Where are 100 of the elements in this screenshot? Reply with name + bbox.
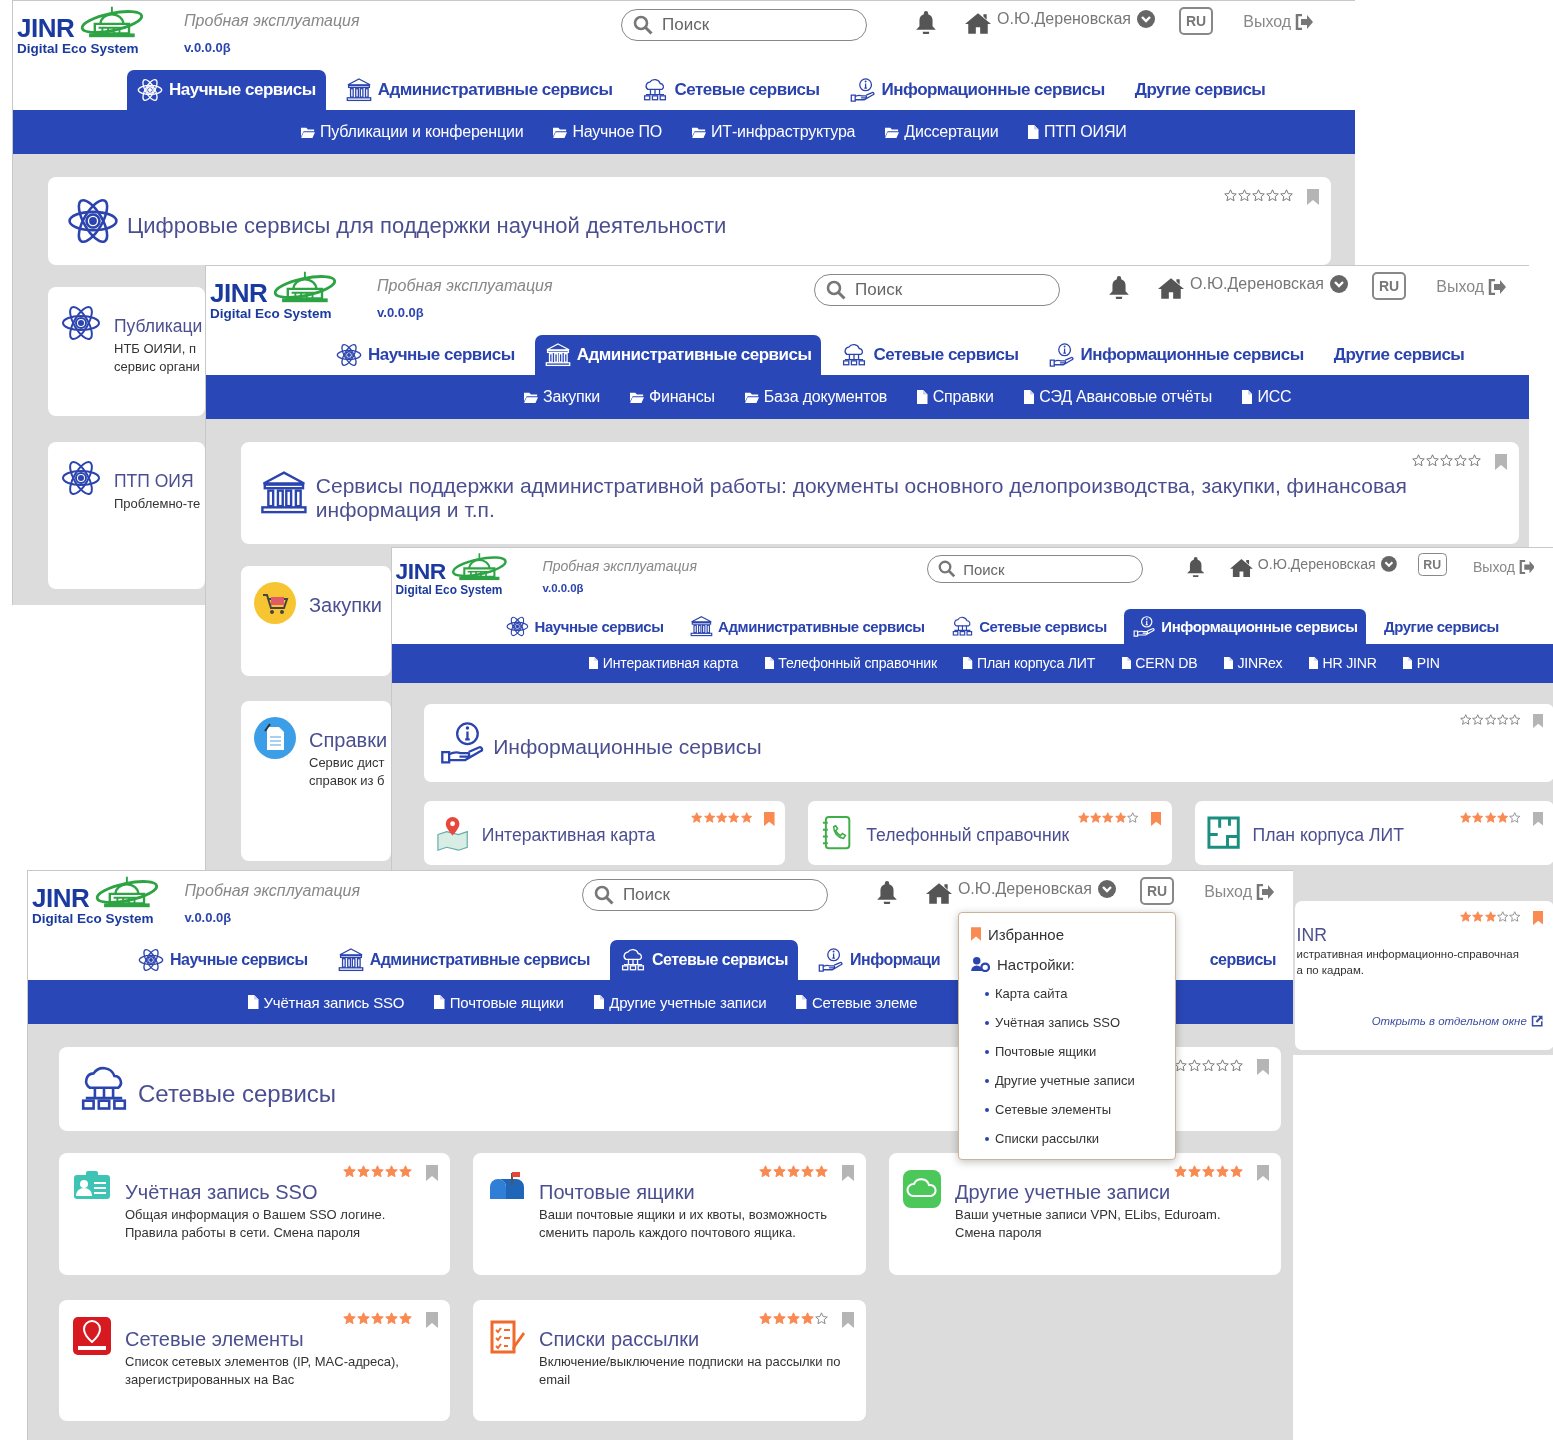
star-icon: [1484, 911, 1496, 923]
bookmark-icon[interactable]: [1257, 1059, 1269, 1075]
nav-tab[interactable]: Другие сервисы: [1375, 608, 1508, 644]
search-field[interactable]: Поиск: [927, 555, 1144, 584]
service-card[interactable]: План корпуса ЛИТ: [1194, 801, 1553, 865]
bookmark-icon[interactable]: [1495, 454, 1507, 470]
logo-title[interactable]: JINR: [395, 560, 446, 584]
file-icon: [1023, 390, 1035, 404]
subnav-link[interactable]: Закупки: [524, 388, 600, 406]
search-field[interactable]: Поиск: [621, 9, 867, 41]
bookmark-icon[interactable]: [842, 1312, 854, 1328]
subnav-link[interactable]: ПТП ОИЯИ: [1028, 123, 1127, 141]
service-card[interactable]: Телефонный справочник: [808, 801, 1172, 865]
nav-tab[interactable]: Научные сервисы: [128, 940, 318, 980]
nav-tab[interactable]: Сетевые сервисы: [831, 335, 1029, 375]
subnav-link[interactable]: Справки: [917, 388, 994, 406]
language-button[interactable]: RU: [1372, 272, 1407, 300]
service-card[interactable]: Справки Сервис дист справок из б: [241, 701, 391, 861]
language-button[interactable]: RU: [1139, 877, 1175, 905]
user-menu-button[interactable]: О.Ю.Дереновская: [957, 880, 1116, 898]
subnav-link[interactable]: СЭД Авансовые отчёты: [1023, 388, 1212, 406]
subnav-link[interactable]: PIN: [1403, 655, 1440, 672]
bookmark-icon[interactable]: [1532, 911, 1544, 926]
subnav-link[interactable]: Интерактивная карта: [589, 655, 739, 672]
logout-button[interactable]: Выход: [1472, 558, 1535, 575]
search-field[interactable]: Поиск: [814, 274, 1060, 306]
subnav-link[interactable]: HR JINR: [1308, 655, 1377, 672]
nav-tab[interactable]: Сетевые сервисы: [632, 70, 830, 110]
bookmark-icon[interactable]: [1532, 811, 1544, 827]
nav-tab[interactable]: сервисы: [1199, 940, 1286, 980]
language-button[interactable]: RU: [1417, 553, 1447, 577]
nav-tab[interactable]: Сетевые сервисы: [942, 608, 1116, 644]
search-field[interactable]: Поиск: [581, 879, 828, 911]
file-icon: [1121, 657, 1131, 670]
service-card[interactable]: Другие учетные записи Ваши учетные записи VPN, ELibs, Eduroam. Смена пароля: [889, 1153, 1281, 1275]
nav-tab[interactable]: Информационные сервисы: [1124, 608, 1367, 644]
language-button[interactable]: RU: [1179, 7, 1214, 35]
subnav-link[interactable]: Публикации и конференции: [301, 123, 524, 141]
service-card[interactable]: INR истративная информационно-справочная а по кадрам. Открыть в отдельном окне: [1294, 900, 1553, 1051]
menu-item[interactable]: Карта сайта: [959, 979, 1175, 1008]
subnav-link[interactable]: Сетевые элеме: [796, 993, 918, 1011]
service-card[interactable]: Сетевые элементы Список сетевых элементов (IP, MAC-адреса), зарегистрированных на Вас: [59, 1300, 450, 1421]
menu-item[interactable]: Избранное: [959, 919, 1175, 949]
subnav-link[interactable]: JINRex: [1223, 655, 1283, 672]
bookmark-icon[interactable]: [1257, 1165, 1269, 1181]
bookmark-icon[interactable]: [1307, 189, 1319, 205]
bookmark-icon[interactable]: [842, 1165, 854, 1181]
bookmark-icon[interactable]: [426, 1165, 438, 1181]
service-card[interactable]: Списки рассылки Включение/выключение подписки на рассылки по email: [473, 1300, 866, 1421]
nav-tab[interactable]: Административные сервисы: [534, 335, 822, 375]
nav-tab[interactable]: Научные сервисы: [127, 70, 326, 110]
subnav-link[interactable]: Другие учетные записи: [593, 993, 767, 1011]
nav-tab[interactable]: Сетевые сервисы: [609, 940, 799, 980]
logout-button[interactable]: Выход: [1243, 13, 1314, 31]
menu-item[interactable]: Учётная запись SSO: [959, 1008, 1175, 1037]
subnav-link[interactable]: Научное ПО: [553, 123, 662, 141]
subnav-link[interactable]: ИСС: [1241, 388, 1292, 406]
menu-item[interactable]: Почтовые ящики: [959, 1037, 1175, 1066]
service-card[interactable]: Интерактивная карта: [423, 801, 786, 865]
menu-item[interactable]: Настройки:: [959, 949, 1175, 979]
nav-tab[interactable]: Другие сервисы: [1323, 335, 1475, 375]
menu-item[interactable]: Другие учетные записи: [959, 1066, 1175, 1095]
user-menu-button[interactable]: О.Ю.Дереновская: [1257, 555, 1397, 572]
service-card[interactable]: Закупки: [241, 566, 391, 676]
logo-title[interactable]: JINR: [210, 280, 268, 306]
subnav-link[interactable]: ИТ-инфраструктура: [692, 123, 856, 141]
nav-tab[interactable]: Информационные сервисы: [1038, 335, 1314, 375]
subnav-link[interactable]: План корпуса ЛИТ: [963, 655, 1096, 672]
subnav-link[interactable]: CERN DB: [1121, 655, 1198, 672]
nav-tab[interactable]: Научные сервисы: [326, 335, 525, 375]
subnav-link[interactable]: База документов: [744, 388, 888, 406]
logo-title[interactable]: JINR: [17, 15, 75, 41]
bookmark-icon[interactable]: [426, 1312, 438, 1328]
nav-tab[interactable]: Административные сервисы: [681, 608, 934, 644]
user-menu-button[interactable]: О.Ю.Дереновская: [997, 10, 1155, 28]
service-card[interactable]: Публикаци НТБ ОИЯИ, п сервис органи: [48, 287, 205, 416]
nav-tab[interactable]: Научные сервисы: [497, 608, 673, 644]
logo-title[interactable]: JINR: [32, 885, 90, 911]
bookmark-icon[interactable]: [764, 811, 775, 827]
bookmark-icon[interactable]: [1532, 714, 1544, 729]
subnav-link[interactable]: Финансы: [629, 388, 715, 406]
service-card[interactable]: Почтовые ящики Ваши почтовые ящики и их квоты, возможность сменить пароль каждого почтового ящика.: [473, 1153, 866, 1275]
nav-tab[interactable]: Информаци: [808, 940, 950, 980]
service-card[interactable]: ПТП ОИЯ Проблемно-те: [48, 442, 205, 589]
nav-tab[interactable]: Административные сервисы: [335, 70, 623, 110]
nav-tab[interactable]: Другие сервисы: [1124, 70, 1276, 110]
subnav-link[interactable]: Учётная запись SSO: [248, 993, 405, 1011]
bookmark-icon[interactable]: [1150, 811, 1162, 827]
nav-tab[interactable]: Информационные сервисы: [839, 70, 1115, 110]
subnav-link[interactable]: Телефонный справочник: [764, 655, 937, 672]
logout-button[interactable]: Выход: [1204, 883, 1274, 901]
service-card[interactable]: Учётная запись SSO Общая информация о Вашем SSO логине. Правила работы в сети. Смена пароля: [59, 1153, 450, 1275]
menu-item[interactable]: Списки рассылки: [959, 1124, 1175, 1153]
logout-button[interactable]: Выход: [1436, 278, 1507, 296]
subnav-link[interactable]: Диссертации: [885, 123, 999, 141]
open-in-new-window-link[interactable]: Открыть в отдельном окне: [1371, 1015, 1544, 1028]
user-menu-button[interactable]: О.Ю.Дереновская: [1190, 275, 1348, 293]
nav-tab[interactable]: Административные сервисы: [327, 940, 600, 980]
subnav-link[interactable]: Почтовые ящики: [434, 993, 564, 1011]
menu-item[interactable]: Сетевые элементы: [959, 1095, 1175, 1124]
